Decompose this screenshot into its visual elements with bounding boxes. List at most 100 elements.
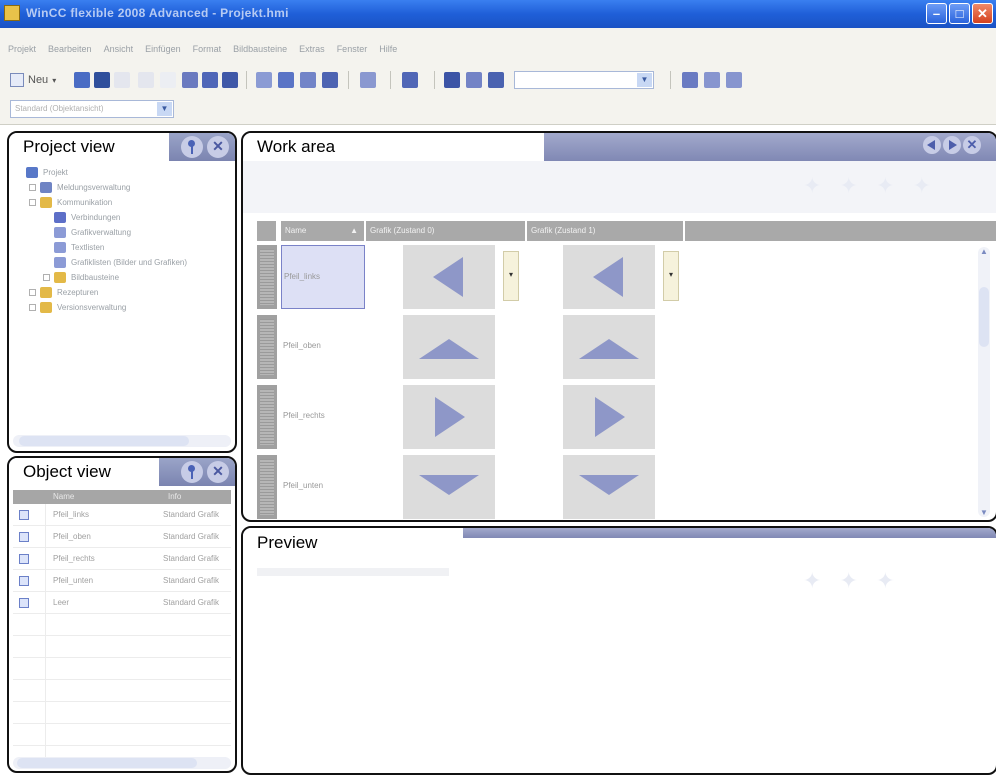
scrollbar-thumb[interactable] (19, 436, 189, 446)
arrow-up-icon (579, 339, 639, 359)
column-header-graphic-state-1[interactable]: Grafik (Zustand 1) (527, 221, 684, 241)
arrow-up-graphic-state-1[interactable] (563, 315, 655, 379)
next-tab-icon[interactable] (943, 136, 961, 154)
scroll-down-icon[interactable]: ▼ (978, 508, 990, 517)
horizontal-scrollbar[interactable] (13, 435, 231, 447)
copy-icon[interactable] (202, 72, 218, 88)
row-selector[interactable] (257, 385, 277, 449)
menu-item[interactable]: Ansicht (104, 44, 134, 54)
paste-icon[interactable] (222, 72, 238, 88)
undo-icon[interactable] (114, 72, 130, 88)
save-icon[interactable] (94, 72, 110, 88)
tree-item[interactable]: Verbindungen (15, 210, 231, 225)
pin-icon[interactable] (181, 461, 203, 483)
folder-icon (40, 182, 52, 193)
open-icon[interactable] (74, 72, 90, 88)
replace-icon[interactable] (466, 72, 482, 88)
tree-item[interactable]: Grafiklisten (Bilder und Grafiken) (15, 255, 231, 270)
folder-icon (54, 257, 66, 268)
expand-icon[interactable] (29, 184, 36, 191)
row-selector[interactable] (257, 455, 277, 519)
row-selector[interactable] (257, 315, 277, 379)
check-icon[interactable] (256, 72, 272, 88)
cut-icon[interactable] (182, 72, 198, 88)
close-window-button[interactable]: ✕ (972, 3, 993, 24)
arrow-down-graphic-state-0[interactable] (403, 455, 495, 519)
menu-item[interactable]: Bildbausteine (233, 44, 287, 54)
graphic-name-cell[interactable]: Pfeil_oben (281, 315, 365, 379)
menu-item[interactable]: Extras (299, 44, 325, 54)
tree-item-label: Kommunikation (57, 198, 113, 207)
menu-item[interactable]: Format (193, 44, 222, 54)
tree-item[interactable]: Textlisten (15, 240, 231, 255)
tree-item[interactable]: Versionsverwaltung (15, 300, 231, 315)
font-dropdown[interactable]: ▼ (514, 71, 654, 89)
preview-field (257, 568, 449, 576)
column-header-info[interactable]: Info (168, 492, 181, 501)
menu-item[interactable]: Einfügen (145, 44, 181, 54)
graphic-dropdown-button[interactable]: ▾ (663, 251, 679, 301)
tree-item[interactable]: Meldungsverwaltung (15, 180, 231, 195)
close-object-view-button[interactable]: ✕ (207, 461, 229, 483)
settings-icon[interactable] (682, 72, 698, 88)
transfer-icon[interactable] (300, 72, 316, 88)
collapse-icon[interactable] (29, 199, 36, 206)
maximize-button[interactable]: □ (949, 3, 970, 24)
crossref-icon[interactable] (488, 72, 504, 88)
arrow-right-graphic-state-0[interactable] (403, 385, 495, 449)
pin-icon[interactable] (181, 136, 203, 158)
column-header-graphic-state-0[interactable]: Grafik (Zustand 0) (366, 221, 526, 241)
scrollbar-thumb[interactable] (979, 287, 989, 347)
delete-icon[interactable] (160, 72, 176, 88)
object-view-title: Object view (9, 458, 159, 486)
horizontal-scrollbar[interactable] (13, 757, 231, 769)
object-dropdown[interactable]: Standard (Objektansicht) ▼ (10, 100, 174, 118)
graphic-name-cell[interactable]: Pfeil_unten (281, 455, 365, 519)
arrow-down-graphic-state-1[interactable] (563, 455, 655, 519)
compile-icon[interactable] (278, 72, 294, 88)
vertical-scrollbar[interactable]: ▲ ▼ (978, 247, 990, 517)
help-icon[interactable] (704, 72, 720, 88)
arrow-left-graphic-state-0[interactable] (403, 245, 495, 309)
tree-item-label: Grafikverwaltung (71, 228, 132, 237)
expand-icon[interactable] (29, 289, 36, 296)
menu-item[interactable]: Projekt (8, 44, 36, 54)
menu-item[interactable]: Fenster (337, 44, 368, 54)
runtime-icon[interactable] (322, 72, 338, 88)
graphics-table: Name ▲ Grafik (Zustand 0) Grafik (Zustan… (257, 221, 996, 519)
arrow-right-graphic-state-1[interactable] (563, 385, 655, 449)
redo-icon[interactable] (138, 72, 154, 88)
expand-icon[interactable] (29, 304, 36, 311)
scrollbar-thumb[interactable] (17, 758, 197, 768)
tree-item[interactable]: Kommunikation (15, 195, 231, 210)
close-work-area-button[interactable]: ✕ (963, 136, 981, 154)
graphic-dropdown-button[interactable]: ▾ (503, 251, 519, 301)
close-project-view-button[interactable]: ✕ (207, 136, 229, 158)
arrow-down-icon (579, 475, 639, 495)
expand-icon[interactable] (43, 274, 50, 281)
new-button[interactable]: Neu ▾ (10, 70, 56, 90)
tree-item[interactable]: Projekt (15, 165, 231, 180)
graphic-name-cell[interactable]: Pfeil_rechts (281, 385, 365, 449)
tree-item[interactable]: Grafikverwaltung (15, 225, 231, 240)
arrow-up-graphic-state-0[interactable] (403, 315, 495, 379)
download-icon[interactable] (360, 72, 376, 88)
previous-tab-icon[interactable] (923, 136, 941, 154)
tree-item-label: Rezepturen (57, 288, 99, 297)
column-header-name[interactable]: Name (53, 492, 74, 501)
menu-item[interactable]: Hilfe (379, 44, 397, 54)
tree-item[interactable]: Bildbausteine (15, 270, 231, 285)
minimize-button[interactable]: – (926, 3, 947, 24)
tree-item[interactable]: Rezepturen (15, 285, 231, 300)
folder-icon (54, 272, 66, 283)
language-icon[interactable] (402, 72, 418, 88)
row-selector[interactable] (257, 245, 277, 309)
arrow-left-graphic-state-1[interactable] (563, 245, 655, 309)
column-header-name[interactable]: Name ▲ (281, 221, 365, 241)
scroll-up-icon[interactable]: ▲ (978, 247, 990, 256)
find-icon[interactable] (444, 72, 460, 88)
menu-item[interactable]: Bearbeiten (48, 44, 92, 54)
graphic-name-cell[interactable]: Pfeil_links (281, 245, 365, 309)
tree-item-label: Bildbausteine (71, 273, 120, 282)
context-help-icon[interactable] (726, 72, 742, 88)
